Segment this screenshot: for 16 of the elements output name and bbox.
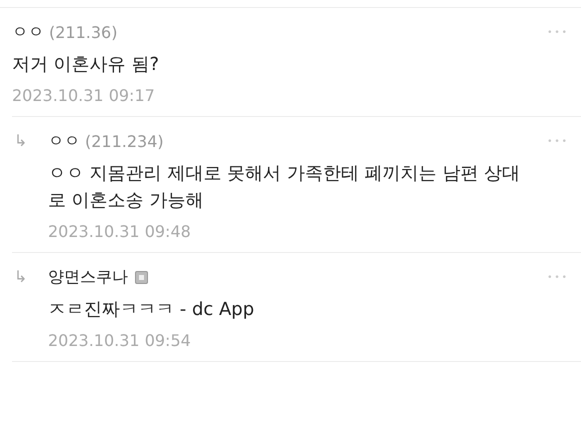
more-options-icon[interactable]: •••	[547, 136, 569, 146]
comment-text: ㅇㅇ 지몸관리 제대로 못해서 가족한테 폐끼치는 남편 상대로 이혼소송 가능해	[48, 162, 522, 213]
ip-address: (211.36)	[49, 23, 118, 42]
ip-address: (211.234)	[85, 132, 164, 151]
comment-date: 2023.10.31 09:48	[48, 222, 192, 241]
reply-arrow-icon: ↳	[12, 267, 28, 286]
author-name: ㅇㅇ	[48, 131, 80, 152]
more-options-icon[interactable]: •••	[547, 28, 569, 38]
author-name: ㅇㅇ	[12, 22, 44, 43]
comment-date: 2023.10.31 09:17	[12, 86, 156, 105]
comment-text: ㅈㄹ진짜ㅋㅋㅋ - dc App	[48, 298, 256, 322]
comment-text: 저거 이혼사유 됨?	[12, 53, 160, 77]
author-name: 양면스쿠나	[48, 267, 128, 288]
more-options-icon[interactable]: •••	[547, 272, 569, 282]
comment-date: 2023.10.31 09:54	[48, 331, 192, 350]
reply-arrow-icon: ↳	[12, 131, 28, 150]
